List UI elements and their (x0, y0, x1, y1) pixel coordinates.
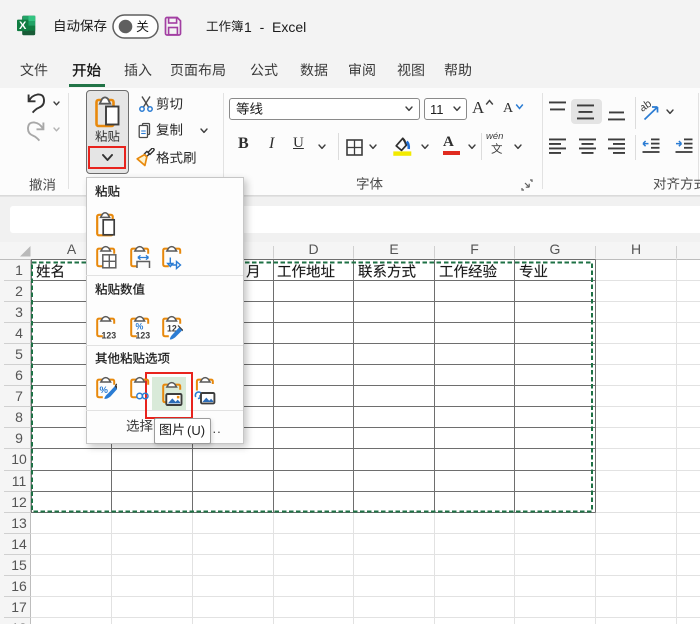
svg-text:123: 123 (135, 330, 150, 340)
svg-text:123: 123 (102, 330, 117, 340)
